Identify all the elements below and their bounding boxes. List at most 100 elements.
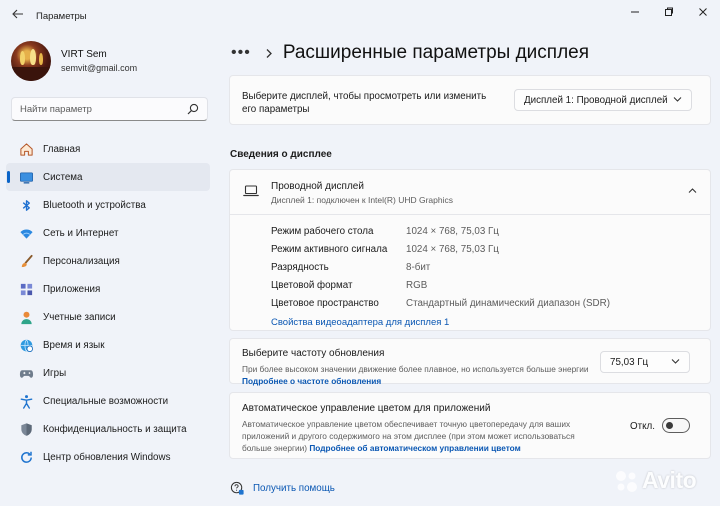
info-value: 1024 × 768, 75,03 Гц [406,226,499,237]
avito-watermark: Avito [613,467,697,494]
sidebar-item-privacy[interactable]: Конфиденциальность и защита [6,415,210,443]
refresh-rate-dropdown[interactable]: 75,03 Гц [600,351,690,373]
sidebar-item-bluetooth[interactable]: Bluetooth и устройства [6,191,210,219]
toggle-knob [666,422,673,429]
sidebar-item-label: Система [43,171,83,183]
profile-name: VIRT Sem [61,49,107,60]
section-title: Сведения о дисплее [230,149,332,160]
breadcrumb-overflow-button[interactable]: ••• [231,45,251,61]
sidebar: VIRT Sem semvit@gmail.com Найти параметр… [0,28,218,506]
window-controls [618,0,720,24]
refresh-rate-card: Выберите частоту обновления При более вы… [229,338,711,387]
auto-color-card: Автоматическое управление цветом для при… [229,392,711,459]
search-input[interactable]: Найти параметр [11,97,208,121]
auto-color-toggle[interactable] [662,418,690,433]
accessibility-icon [18,393,34,409]
get-help-link[interactable]: Получить помощь [229,480,335,496]
app-title: Параметры [36,11,87,22]
sidebar-item-personalization[interactable]: Персонализация [6,247,210,275]
sidebar-item-time-language[interactable]: Время и язык [6,331,210,359]
close-button[interactable] [686,0,720,24]
get-help-label: Получить помощь [253,482,335,494]
brush-icon [18,253,34,269]
minimize-button[interactable] [618,0,652,24]
home-icon [18,141,34,157]
refresh-rate-title: Выберите частоту обновления [242,348,385,359]
back-button[interactable] [9,6,27,22]
gamepad-icon [18,365,34,381]
sidebar-nav: Главная Система Bluetooth и устройства С… [6,135,210,471]
info-key: Цветовое пространство [271,298,379,309]
close-icon [699,8,707,16]
sidebar-item-label: Игры [43,367,67,379]
sidebar-item-home[interactable]: Главная [6,135,210,163]
display-info-subtitle: Дисплей 1: подключен к Intel(R) UHD Grap… [271,195,453,205]
chevron-down-icon [671,359,680,364]
sidebar-item-label: Время и язык [43,339,105,351]
sidebar-item-label: Сеть и Интернет [43,227,119,239]
info-value: RGB [406,280,428,291]
chevron-down-icon [673,97,682,102]
info-key: Цветовой формат [271,280,353,291]
chevron-up-icon[interactable] [688,187,697,194]
minimize-icon [631,11,639,13]
display-select-card: Выберите дисплей, чтобы просмотреть или … [229,75,711,125]
sidebar-item-accessibility[interactable]: Специальные возможности [6,387,210,415]
search-icon[interactable] [187,103,199,115]
account-icon [18,309,34,325]
info-value: 8-бит [406,262,431,273]
profile-email: semvit@gmail.com [61,63,138,73]
display-info-header[interactable]: Проводной дисплей Дисплей 1: подключен к… [230,170,710,215]
sidebar-item-accounts[interactable]: Учетные записи [6,303,210,331]
auto-color-toggle-label: Откл. [630,421,655,432]
help-icon [229,480,245,496]
refresh-rate-description: При более высоком значении движение боле… [242,363,592,387]
sidebar-item-windows-update[interactable]: Центр обновления Windows [6,443,210,471]
display-dropdown-value: Дисплей 1: Проводной дисплей [524,94,668,106]
info-value: 1024 × 768, 75,03 Гц [406,244,499,255]
display-select-text: Выберите дисплей, чтобы просмотреть или … [242,91,487,115]
info-key: Режим рабочего стола [271,226,374,237]
globe-clock-icon [18,337,34,353]
info-value: Стандартный динамический диапазон (SDR) [406,298,610,309]
sidebar-item-label: Главная [43,143,81,155]
sidebar-item-system[interactable]: Система [6,163,210,191]
sidebar-item-label: Центр обновления Windows [43,451,171,463]
refresh-rate-learn-more-link[interactable]: Подробнее о частоте обновления [242,376,381,386]
bluetooth-icon [18,197,34,213]
sidebar-item-label: Приложения [43,283,101,295]
laptop-icon [243,185,259,197]
display-info-title: Проводной дисплей [271,181,364,192]
back-arrow-icon [12,9,23,19]
info-key: Режим активного сигнала [271,244,388,255]
avito-logo-icon [616,470,637,492]
avatar [11,41,51,81]
auto-color-title: Автоматическое управление цветом для при… [242,403,491,414]
sidebar-item-label: Учетные записи [43,311,116,323]
display-info-card: Проводной дисплей Дисплей 1: подключен к… [229,169,711,331]
restore-icon [665,7,673,16]
auto-color-learn-more-link[interactable]: Подробнее об автоматическом управлении ц… [309,443,520,453]
main-content: ••• Расширенные параметры дисплея Выбери… [218,28,720,506]
page-title: Расширенные параметры дисплея [282,42,590,63]
chevron-right-icon [266,48,272,58]
maximize-button[interactable] [652,0,686,24]
sidebar-item-gaming[interactable]: Игры [6,359,210,387]
search-placeholder: Найти параметр [20,103,92,115]
shield-icon [18,421,34,437]
user-profile[interactable]: VIRT Sem semvit@gmail.com [11,39,137,83]
system-icon [18,169,34,185]
sidebar-item-label: Конфиденциальность и защита [43,423,187,435]
update-icon [18,449,34,465]
sidebar-item-network[interactable]: Сеть и Интернет [6,219,210,247]
breadcrumb: ••• Расширенные параметры дисплея [231,41,589,65]
watermark-text: Avito [642,467,697,493]
sidebar-item-label: Bluetooth и устройства [43,199,146,211]
adapter-properties-link[interactable]: Свойства видеоадаптера для дисплея 1 [271,317,449,328]
refresh-rate-value: 75,03 Гц [610,356,649,368]
sidebar-item-label: Специальные возможности [43,395,169,407]
auto-color-description: Автоматическое управление цветом обеспеч… [242,418,597,454]
display-dropdown[interactable]: Дисплей 1: Проводной дисплей [514,89,692,111]
sidebar-item-apps[interactable]: Приложения [6,275,210,303]
apps-icon [18,281,34,297]
